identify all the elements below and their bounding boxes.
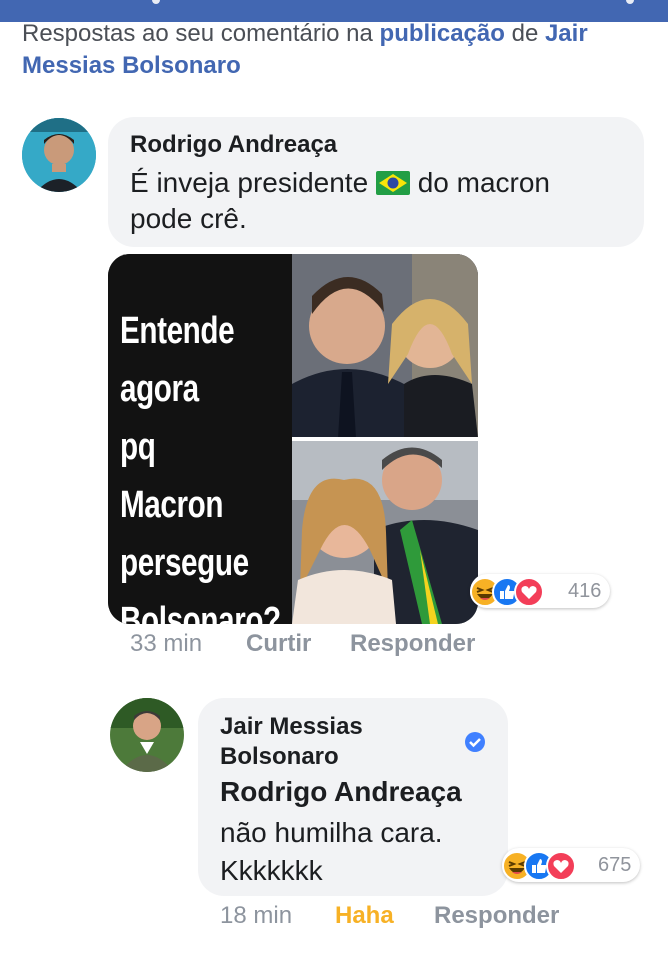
- meme-line: pq Macron: [120, 426, 224, 526]
- reaction-summary[interactable]: 675: [502, 848, 640, 882]
- reply-bubble[interactable]: Jair Messias Bolsonaro Rodrigo Andreaça …: [198, 698, 508, 896]
- comment-text: É inveja presidente do macron pode crê.: [130, 165, 550, 237]
- verified-badge-icon: [465, 732, 485, 752]
- love-icon: [546, 851, 576, 881]
- reply-mention[interactable]: Rodrigo Andreaça: [220, 776, 462, 808]
- reply-text: não humilha cara. Kkkkkkk: [220, 814, 443, 890]
- meme-photo-divider: [292, 437, 478, 441]
- reply-author-line: Jair Messias: [220, 713, 363, 740]
- reaction-count: 675: [598, 854, 632, 876]
- reaction-count: 416: [568, 580, 602, 602]
- reply-timestamp: 18 min: [220, 902, 293, 929]
- comment-timestamp: 33 min: [130, 630, 203, 657]
- meme-photo-couple-bottom: [292, 440, 478, 624]
- comment-bubble[interactable]: Rodrigo Andreaça É inveja presidente do …: [108, 117, 644, 247]
- notification-header: Respostas ao seu comentário na publicaçã…: [22, 18, 642, 82]
- comment-text-part: do macron: [409, 167, 551, 198]
- publication-link[interactable]: publicação: [380, 20, 505, 47]
- comment-actions: 33 min Curtir Responder: [0, 630, 668, 660]
- top-bar-dot: [626, 0, 634, 4]
- meme-caption: Entende agora pq Macron persegue Bolsona…: [120, 302, 281, 624]
- reply-text-line: Kkkkkkk: [220, 855, 323, 886]
- meme-photo-couple-top: [292, 254, 478, 438]
- reply-author[interactable]: Jair Messias Bolsonaro: [220, 712, 363, 772]
- avatar[interactable]: [22, 118, 96, 192]
- meme-line: Bolsonaro?: [120, 600, 281, 624]
- comment-author[interactable]: Rodrigo Andreaça: [130, 131, 337, 159]
- meme-line: persegue: [120, 542, 249, 584]
- avatar-image: [110, 698, 184, 772]
- comment-text-part: É inveja presidente: [130, 167, 376, 198]
- reply-button[interactable]: Responder: [434, 902, 559, 930]
- haha-reaction-button[interactable]: Haha: [335, 902, 394, 930]
- meme-line: Entende: [120, 310, 235, 352]
- top-bar-dot: [152, 0, 160, 4]
- comment-text-line2: pode crê.: [130, 203, 247, 234]
- reply-button[interactable]: Responder: [350, 630, 475, 658]
- reaction-summary[interactable]: 416: [470, 574, 610, 608]
- header-connector: de: [504, 20, 545, 47]
- header-prefix: Respostas ao seu comentário na: [22, 20, 380, 47]
- comment-attached-image[interactable]: Entende agora pq Macron persegue Bolsona…: [108, 254, 478, 624]
- meme-line: agora: [120, 368, 199, 410]
- avatar[interactable]: [110, 698, 184, 772]
- like-button[interactable]: Curtir: [246, 630, 311, 658]
- reply-author-line: Bolsonaro: [220, 743, 339, 770]
- reply-actions: 18 min Haha Responder: [0, 902, 668, 932]
- avatar-image: [22, 118, 96, 192]
- brazil-flag-icon: [375, 171, 410, 195]
- love-icon: [514, 577, 544, 607]
- reply-text-line: não humilha cara.: [220, 817, 443, 848]
